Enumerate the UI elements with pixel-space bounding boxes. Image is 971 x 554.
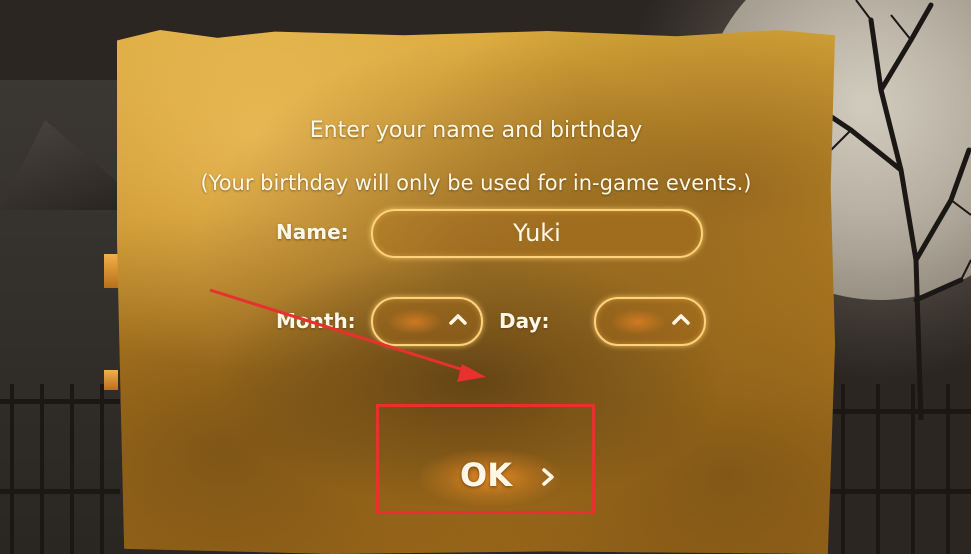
dialog-heading: Enter your name and birthday (309, 118, 643, 143)
bare-tree (818, 0, 971, 420)
day-picker[interactable] (594, 297, 706, 346)
name-input[interactable]: Yuki (371, 209, 703, 258)
name-label: Name: (276, 220, 349, 244)
day-label: Day: (499, 309, 550, 333)
annotation-highlight-box (376, 404, 595, 514)
month-value (387, 309, 443, 335)
iron-fence-left (0, 364, 120, 554)
iron-fence-right (831, 364, 971, 554)
day-value (610, 309, 666, 335)
chevron-up-icon[interactable] (447, 309, 469, 331)
month-label: Month: (276, 309, 356, 333)
month-picker[interactable] (371, 297, 483, 346)
dialog-note: (Your birthday will only be used for in-… (200, 171, 752, 195)
chevron-up-icon[interactable] (670, 309, 692, 331)
